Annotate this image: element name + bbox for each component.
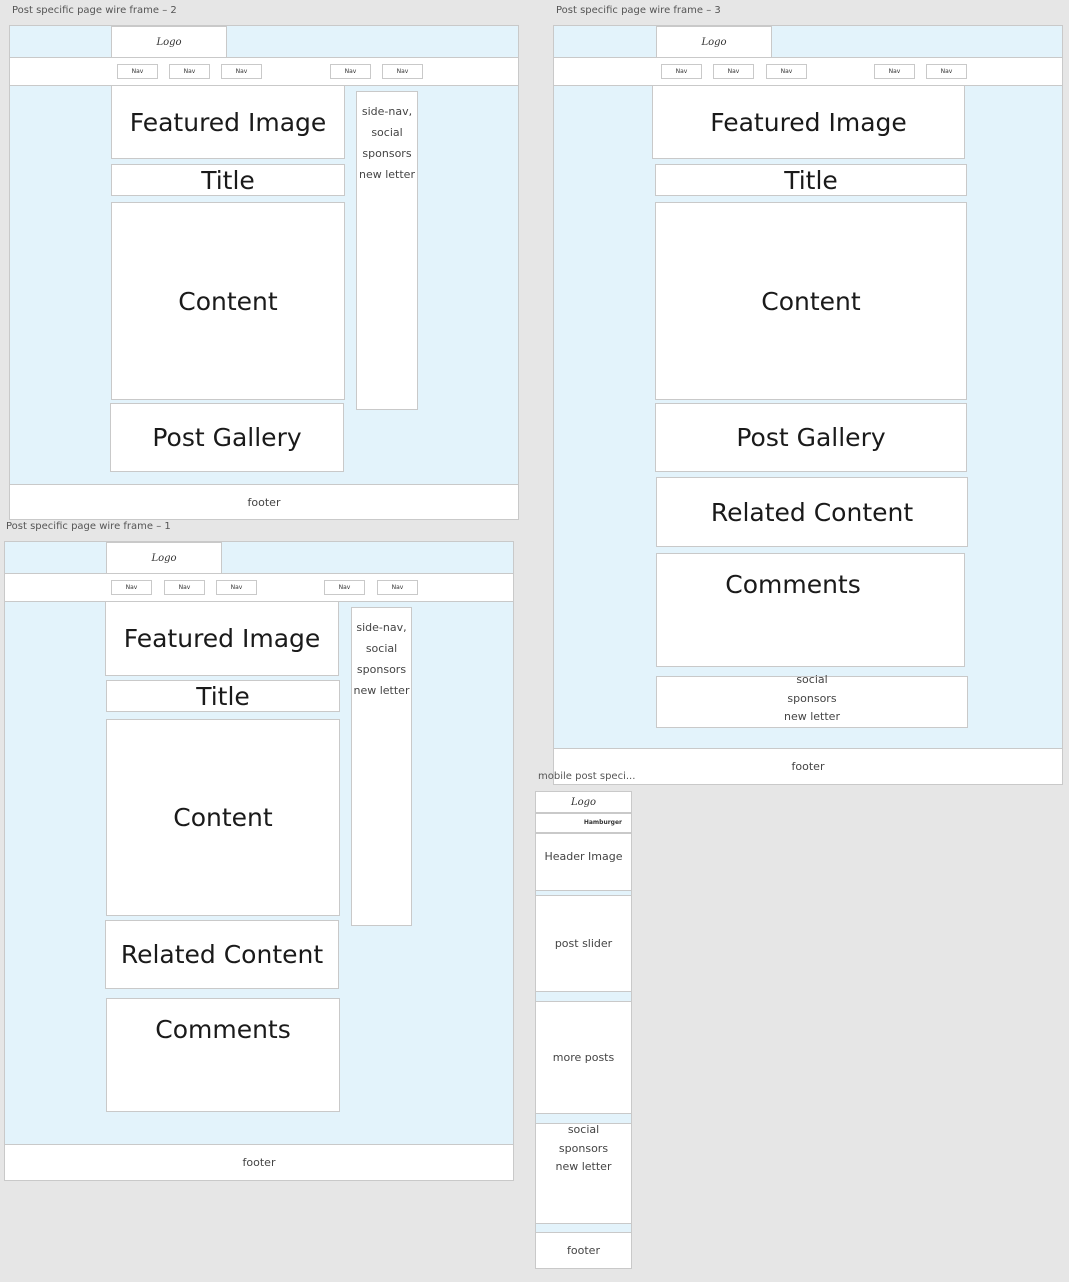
bottom-widgets-block: social sponsors new letter <box>656 673 968 728</box>
hamburger-button[interactable]: Hamburger <box>584 819 622 826</box>
sidebar-item: social <box>365 642 398 655</box>
header-image-block: Header Image <box>535 833 632 891</box>
comments-label: Comments <box>155 1015 291 1044</box>
footer-block: footer <box>9 484 519 520</box>
featured-image-block: Featured Image <box>105 601 339 676</box>
nav-item[interactable]: Nav <box>324 580 365 595</box>
comments-label: Comments <box>725 570 861 599</box>
nav-item[interactable]: Nav <box>169 64 210 79</box>
nav-item[interactable]: Nav <box>766 64 807 79</box>
post-slider-block: post slider <box>535 895 632 992</box>
nav-item[interactable]: Nav <box>713 64 754 79</box>
nav-item[interactable]: Nav <box>926 64 967 79</box>
sidebar-item: sponsors <box>356 663 407 676</box>
nav-item[interactable]: Nav <box>661 64 702 79</box>
nav-bar <box>4 573 514 602</box>
title-block: Title <box>111 164 345 196</box>
sidebar-item: new letter <box>353 684 410 697</box>
widget-item: new letter <box>555 1160 612 1173</box>
content-block: Content <box>111 202 345 400</box>
nav-bar <box>553 57 1063 86</box>
widget-item: social <box>796 673 828 686</box>
logo[interactable]: Logo <box>656 26 772 58</box>
comments-block: Comments <box>106 998 340 1112</box>
widget-item: sponsors <box>787 691 837 705</box>
content-label: Content <box>173 803 273 832</box>
featured-image-block: Featured Image <box>652 85 965 159</box>
nav-bar <box>9 57 519 86</box>
nav-item[interactable]: Nav <box>221 64 262 79</box>
widget-item: sponsors <box>558 1141 609 1155</box>
nav-item[interactable]: Nav <box>111 580 152 595</box>
content-label: Content <box>761 286 861 316</box>
nav-item[interactable]: Nav <box>377 580 418 595</box>
sidebar-item: side-nav, <box>356 621 407 634</box>
header-image-label: Header Image <box>544 850 623 863</box>
nav-item[interactable]: Nav <box>330 64 371 79</box>
more-posts-block: more posts <box>535 1001 632 1114</box>
sidebar-block: side-nav, social sponsors new letter <box>351 607 412 926</box>
widget-item: new letter <box>784 710 840 723</box>
sidebar-item: sponsors <box>362 147 412 160</box>
frame-label-wf2: Post specific page wire frame – 2 <box>12 5 177 16</box>
frame-label-mobile: mobile post speci... <box>538 771 636 782</box>
title-block: Title <box>655 164 967 196</box>
mobile-widgets-block: social sponsors new letter <box>535 1123 632 1224</box>
sidebar-item: side-nav, <box>361 105 413 118</box>
logo[interactable]: Logo <box>535 791 632 813</box>
sidebar-block: side-nav, social sponsors new letter <box>356 91 418 410</box>
nav-item[interactable]: Nav <box>117 64 158 79</box>
footer-block: footer <box>535 1232 632 1269</box>
featured-image-block: Featured Image <box>111 85 345 159</box>
related-content-block: Related Content <box>105 920 339 989</box>
nav-item[interactable]: Nav <box>216 580 257 595</box>
frame-label-wf1: Post specific page wire frame – 1 <box>6 521 171 532</box>
content-block: Content <box>655 202 967 400</box>
post-gallery-block: Post Gallery <box>655 403 967 472</box>
related-content-block: Related Content <box>656 477 968 547</box>
nav-item[interactable]: Nav <box>382 64 423 79</box>
nav-item[interactable]: Nav <box>874 64 915 79</box>
content-label: Content <box>178 286 278 316</box>
footer-block: footer <box>4 1144 514 1181</box>
logo[interactable]: Logo <box>106 542 222 574</box>
post-gallery-block: Post Gallery <box>110 403 344 472</box>
title-block: Title <box>106 680 340 712</box>
sidebar-item: social <box>371 126 403 139</box>
hamburger-bar: Hamburger <box>535 813 632 833</box>
widget-item: social <box>567 1123 600 1136</box>
nav-item[interactable]: Nav <box>164 580 205 595</box>
comments-block: Comments <box>656 553 965 667</box>
frame-label-wf3: Post specific page wire frame – 3 <box>556 5 721 16</box>
sidebar-item: new letter <box>359 168 415 181</box>
logo[interactable]: Logo <box>111 26 227 58</box>
content-block: Content <box>106 719 340 916</box>
